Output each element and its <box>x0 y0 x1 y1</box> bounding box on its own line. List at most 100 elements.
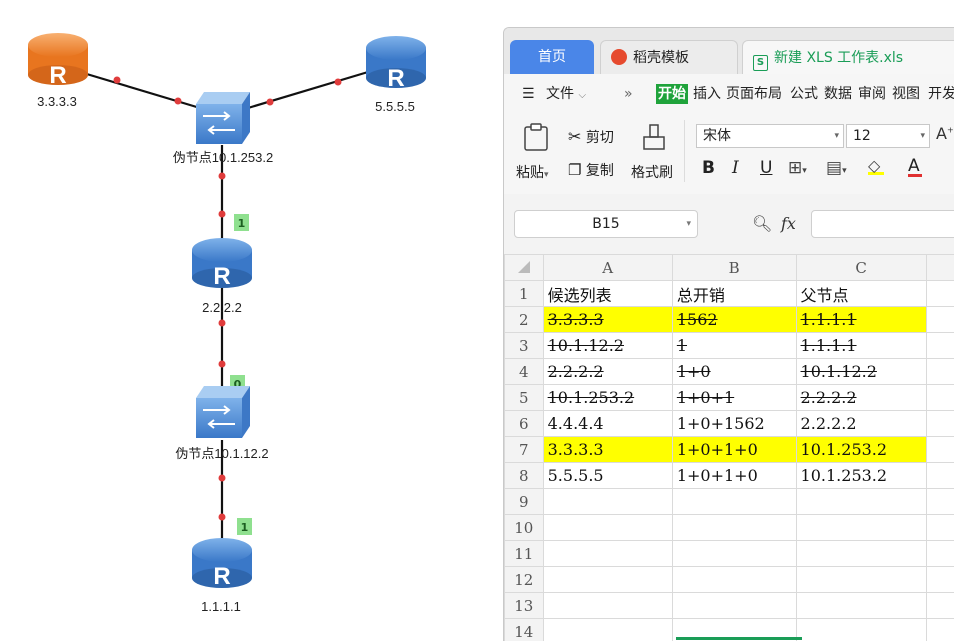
menu-more-icon[interactable]: » <box>624 84 633 104</box>
row-header[interactable]: 8 <box>505 463 544 489</box>
cell-b[interactable] <box>672 489 796 515</box>
cell-d[interactable] <box>926 281 954 307</box>
increase-font-icon[interactable]: A+ <box>936 124 954 143</box>
row-header[interactable]: 12 <box>505 567 544 593</box>
formula-input[interactable] <box>811 210 954 238</box>
cell-c[interactable]: 1.1.1.1 <box>796 307 926 333</box>
cell-b[interactable]: 1+0 <box>672 359 796 385</box>
table-row[interactable]: 13 <box>505 593 954 619</box>
cell-a[interactable]: 3.3.3.3 <box>543 437 672 463</box>
cell-c[interactable] <box>796 489 926 515</box>
cell-d[interactable] <box>926 437 954 463</box>
row-header[interactable]: 6 <box>505 411 544 437</box>
tab-home[interactable]: 首页 <box>510 40 594 74</box>
cut-button[interactable]: ✂ 剪切 <box>568 127 614 147</box>
column-header-b[interactable]: B <box>672 255 796 281</box>
format-painter-icon[interactable] <box>640 122 668 152</box>
cell-d[interactable] <box>926 619 954 641</box>
format-painter-label[interactable]: 格式刷 <box>631 162 673 182</box>
borders-icon[interactable]: ⊞▾ <box>788 158 807 178</box>
cell-a[interactable] <box>543 619 672 641</box>
bold-button[interactable]: B <box>702 158 715 178</box>
menu-view[interactable]: 视图 <box>892 84 920 104</box>
table-row[interactable]: 1候选列表总开销父节点 <box>505 281 954 307</box>
cell-b[interactable]: 1+0+1562 <box>672 411 796 437</box>
router-icon[interactable]: R <box>192 238 252 290</box>
cell-b[interactable]: 1562 <box>672 307 796 333</box>
table-row[interactable]: 9 <box>505 489 954 515</box>
row-header[interactable]: 10 <box>505 515 544 541</box>
menu-developer[interactable]: 开发 <box>928 84 954 104</box>
table-row[interactable]: 10 <box>505 515 954 541</box>
cell-c[interactable]: 2.2.2.2 <box>796 385 926 411</box>
cell-b[interactable]: 1+0+1+0 <box>672 463 796 489</box>
cell-a[interactable]: 候选列表 <box>543 281 672 307</box>
cell-c[interactable] <box>796 515 926 541</box>
cell-b[interactable] <box>672 541 796 567</box>
table-row[interactable]: 11 <box>505 541 954 567</box>
name-box[interactable]: B15▾ <box>514 210 698 238</box>
menu-start[interactable]: 开始 <box>656 84 688 104</box>
cell-a[interactable] <box>543 567 672 593</box>
cell-a[interactable]: 5.5.5.5 <box>543 463 672 489</box>
cell-c[interactable]: 10.1.253.2 <box>796 463 926 489</box>
router-icon[interactable]: R <box>28 33 88 89</box>
cell-d[interactable] <box>926 359 954 385</box>
cell-d[interactable] <box>926 515 954 541</box>
table-row[interactable]: 64.4.4.41+0+15622.2.2.2 <box>505 411 954 437</box>
cell-d[interactable] <box>926 567 954 593</box>
font-name-select[interactable]: 宋体▾ <box>696 124 844 148</box>
cell-c[interactable]: 1.1.1.1 <box>796 333 926 359</box>
row-header[interactable]: 13 <box>505 593 544 619</box>
cell-c[interactable] <box>796 593 926 619</box>
table-row[interactable]: 42.2.2.21+010.1.12.2 <box>505 359 954 385</box>
switch-icon[interactable] <box>196 386 250 438</box>
zoom-search-icon[interactable]: 🔍︎ <box>752 214 772 233</box>
cell-a[interactable] <box>543 515 672 541</box>
column-header-a[interactable]: A <box>543 255 672 281</box>
copy-button[interactable]: ❐ 复制 <box>568 160 614 180</box>
cell-d[interactable] <box>926 593 954 619</box>
row-header[interactable]: 3 <box>505 333 544 359</box>
tab-active-workbook[interactable]: S新建 XLS 工作表.xls <box>742 40 954 74</box>
row-header[interactable]: 7 <box>505 437 544 463</box>
cell-c[interactable] <box>796 619 926 641</box>
menu-review[interactable]: 审阅 <box>858 84 886 104</box>
row-header[interactable]: 9 <box>505 489 544 515</box>
fill-color-icon[interactable]: ◇ <box>868 156 884 175</box>
cell-d[interactable] <box>926 333 954 359</box>
cell-b[interactable]: 总开销 <box>672 281 796 307</box>
menu-page-layout[interactable]: 页面布局 <box>726 84 782 104</box>
cell-a[interactable]: 4.4.4.4 <box>543 411 672 437</box>
cell-table[interactable]: A B C 1候选列表总开销父节点23.3.3.315621.1.1.1310.… <box>504 254 954 641</box>
cell-a[interactable]: 3.3.3.3 <box>543 307 672 333</box>
function-fx-icon[interactable]: fx <box>781 214 796 233</box>
underline-button[interactable]: U <box>760 158 772 178</box>
cell-b[interactable] <box>672 593 796 619</box>
cell-a[interactable]: 10.1.253.2 <box>543 385 672 411</box>
cell-c[interactable]: 父节点 <box>796 281 926 307</box>
cell-a[interactable] <box>543 541 672 567</box>
switch-icon[interactable] <box>196 92 250 144</box>
cell-a[interactable]: 2.2.2.2 <box>543 359 672 385</box>
cell-b[interactable] <box>672 567 796 593</box>
tab-docer-template[interactable]: 稻壳模板 <box>600 40 738 74</box>
menu-data[interactable]: 数据 <box>824 84 852 104</box>
row-header[interactable]: 14 <box>505 619 544 641</box>
cell-d[interactable] <box>926 489 954 515</box>
router-icon[interactable]: R <box>366 36 426 92</box>
font-color-button[interactable]: A <box>908 156 922 177</box>
paste-label[interactable]: 粘贴▾ <box>516 162 549 182</box>
cell-a[interactable] <box>543 489 672 515</box>
cell-b[interactable]: 1 <box>672 333 796 359</box>
table-row[interactable]: 310.1.12.211.1.1.1 <box>505 333 954 359</box>
table-row[interactable]: 73.3.3.31+0+1+010.1.253.2 <box>505 437 954 463</box>
hamburger-icon[interactable]: ☰ <box>522 84 535 104</box>
menu-insert[interactable]: 插入 <box>693 84 721 104</box>
cell-b[interactable]: 1+0+1 <box>672 385 796 411</box>
row-header[interactable]: 11 <box>505 541 544 567</box>
column-header-c[interactable]: C <box>796 255 926 281</box>
cell-b[interactable]: 1+0+1+0 <box>672 437 796 463</box>
cell-c[interactable]: 10.1.12.2 <box>796 359 926 385</box>
menu-file[interactable]: 文件 ⌵ <box>546 84 586 106</box>
